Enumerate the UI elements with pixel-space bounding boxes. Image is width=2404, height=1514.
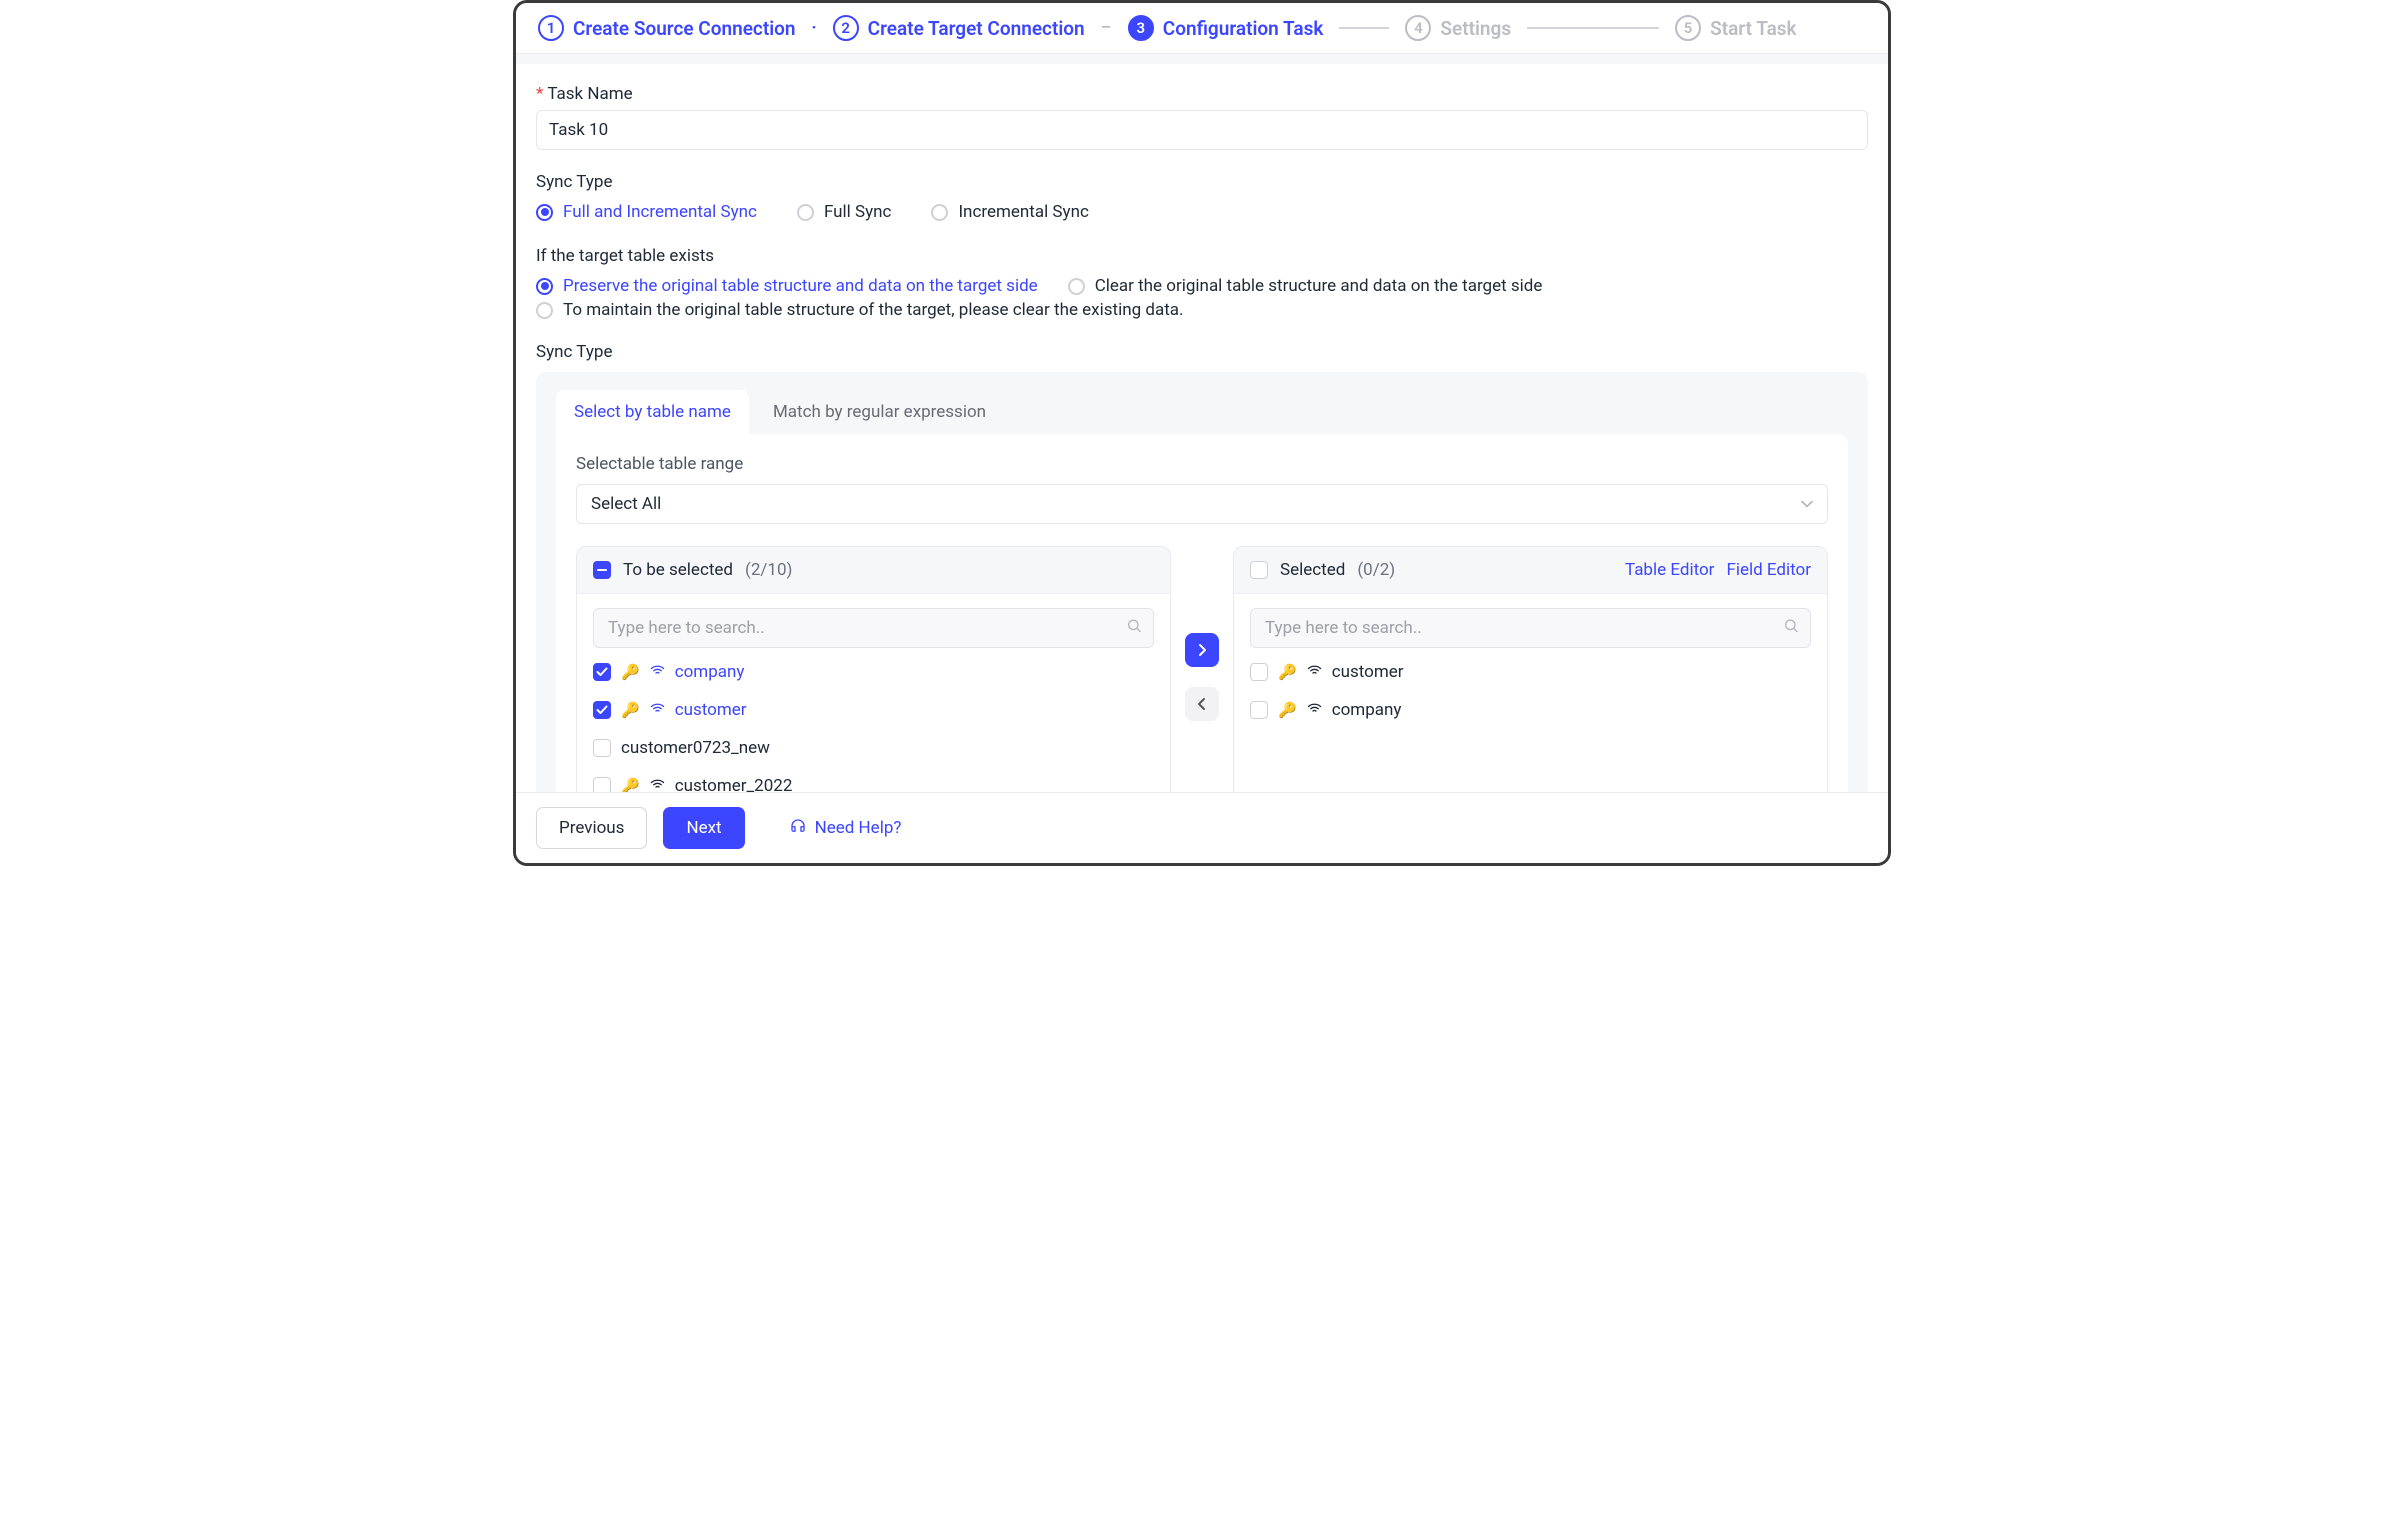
sync-type-radio-group: Full and Incremental Sync Full Sync Incr…: [536, 202, 1868, 222]
radio-maintain-clear[interactable]: To maintain the original table structure…: [536, 300, 1868, 320]
signal-icon: [1307, 702, 1322, 718]
right-search-input[interactable]: [1250, 608, 1811, 648]
table-name: customer_2022: [675, 776, 793, 792]
key-icon: 🔑: [621, 777, 640, 792]
sync-type-label: Sync Type: [536, 172, 1868, 192]
previous-button[interactable]: Previous: [536, 807, 647, 849]
move-left-button[interactable]: [1185, 687, 1219, 721]
move-right-button[interactable]: [1185, 633, 1219, 667]
row-checkbox[interactable]: [593, 739, 611, 757]
required-star-icon: *: [536, 84, 543, 104]
step-4-number: 4: [1405, 15, 1431, 41]
radio-full-incremental[interactable]: Full and Incremental Sync: [536, 202, 757, 222]
radio-icon: [536, 278, 553, 295]
table-row[interactable]: 🔑 customer: [1250, 662, 1811, 682]
sync-type-label-2: Sync Type: [536, 342, 1868, 362]
selection-tabs: Select by table name Match by regular ex…: [556, 390, 1848, 434]
step-3-label: Configuration Task: [1163, 17, 1324, 40]
wizard-footer: Previous Next Need Help?: [516, 792, 1888, 863]
step-separator-line: [1339, 27, 1389, 29]
table-name: company: [675, 662, 745, 682]
left-search-input[interactable]: [593, 608, 1154, 648]
row-checkbox[interactable]: [593, 777, 611, 792]
step-1-number: 1: [538, 15, 564, 41]
tab-match-regex[interactable]: Match by regular expression: [755, 390, 1004, 434]
config-form: * Task Name Sync Type Full and Increment…: [516, 64, 1888, 792]
search-icon: [1783, 618, 1799, 639]
key-icon: 🔑: [1278, 701, 1297, 719]
step-separator-line: [1527, 27, 1659, 29]
table-row[interactable]: 🔑 company: [593, 662, 1154, 682]
table-name: company: [1332, 700, 1402, 720]
table-row[interactable]: customer0723_new: [593, 738, 1154, 758]
step-5[interactable]: 5 Start Task: [1675, 15, 1797, 41]
signal-icon: [650, 778, 665, 792]
row-checkbox[interactable]: [1250, 663, 1268, 681]
table-row[interactable]: 🔑 company: [1250, 700, 1811, 720]
step-1[interactable]: 1 Create Source Connection: [538, 15, 796, 41]
listbox-title: Selected: [1280, 560, 1345, 580]
wizard-stepper: 1 Create Source Connection · 2 Create Ta…: [516, 3, 1888, 54]
listbox-title: To be selected: [623, 560, 733, 580]
need-help-link[interactable]: Need Help?: [789, 817, 902, 840]
search-icon: [1126, 618, 1142, 639]
task-name-input[interactable]: [536, 110, 1868, 150]
step-3[interactable]: 3 Configuration Task: [1128, 15, 1324, 41]
key-icon: 🔑: [1278, 663, 1297, 681]
signal-icon: [1307, 664, 1322, 680]
radio-incremental-sync[interactable]: Incremental Sync: [931, 202, 1088, 222]
to-be-selected-list: To be selected (2/10) 🔑 company 🔑 customer c…: [576, 546, 1171, 792]
listbox-count: (0/2): [1357, 560, 1395, 580]
signal-icon: [650, 702, 665, 718]
key-icon: 🔑: [621, 663, 640, 681]
target-exists-label: If the target table exists: [536, 246, 1868, 266]
radio-icon: [536, 302, 553, 319]
row-checkbox[interactable]: [593, 701, 611, 719]
table-name: customer: [675, 700, 747, 720]
headset-icon: [789, 817, 807, 840]
radio-icon: [536, 204, 553, 221]
task-name-label: * Task Name: [536, 84, 1868, 104]
step-separator-icon: ·: [812, 18, 817, 38]
row-checkbox[interactable]: [1250, 701, 1268, 719]
table-row[interactable]: 🔑 customer: [593, 700, 1154, 720]
radio-icon: [931, 204, 948, 221]
step-4[interactable]: 4 Settings: [1405, 15, 1511, 41]
step-5-label: Start Task: [1710, 17, 1797, 40]
step-5-number: 5: [1675, 15, 1701, 41]
selected-list: Selected (0/2) Table Editor Field Editor: [1233, 546, 1828, 792]
table-range-select[interactable]: Select All: [576, 484, 1828, 524]
radio-clear[interactable]: Clear the original table structure and d…: [1068, 276, 1543, 296]
transfer-buttons: [1185, 546, 1219, 792]
step-4-label: Settings: [1440, 17, 1511, 40]
select-all-checkbox[interactable]: [1250, 561, 1268, 579]
target-exists-radio-group: Preserve the original table structure an…: [536, 276, 1868, 320]
table-name: customer: [1332, 662, 1404, 682]
table-editor-link[interactable]: Table Editor: [1625, 560, 1714, 580]
radio-preserve[interactable]: Preserve the original table structure an…: [536, 276, 1038, 296]
listbox-count: (2/10): [745, 560, 792, 580]
step-2[interactable]: 2 Create Target Connection: [833, 15, 1085, 41]
table-row[interactable]: 🔑 customer_2022: [593, 776, 1154, 792]
signal-icon: [650, 664, 665, 680]
step-2-number: 2: [833, 15, 859, 41]
table-range-label: Selectable table range: [576, 454, 1828, 474]
step-2-label: Create Target Connection: [868, 17, 1085, 40]
chevron-down-icon: [1801, 500, 1813, 508]
radio-icon: [797, 204, 814, 221]
key-icon: 🔑: [621, 701, 640, 719]
tab-select-by-name[interactable]: Select by table name: [556, 390, 749, 434]
table-name: customer0723_new: [621, 738, 770, 758]
table-selection-card: Select by table name Match by regular ex…: [536, 372, 1868, 792]
step-separator-icon: –: [1101, 18, 1112, 38]
radio-icon: [1068, 278, 1085, 295]
field-editor-link[interactable]: Field Editor: [1726, 560, 1811, 580]
select-all-checkbox[interactable]: [593, 561, 611, 579]
step-1-label: Create Source Connection: [573, 17, 796, 40]
next-button[interactable]: Next: [663, 807, 744, 849]
radio-full-sync[interactable]: Full Sync: [797, 202, 892, 222]
step-3-number: 3: [1128, 15, 1154, 41]
row-checkbox[interactable]: [593, 663, 611, 681]
dual-listbox: To be selected (2/10) 🔑 company 🔑 customer c…: [576, 546, 1828, 792]
